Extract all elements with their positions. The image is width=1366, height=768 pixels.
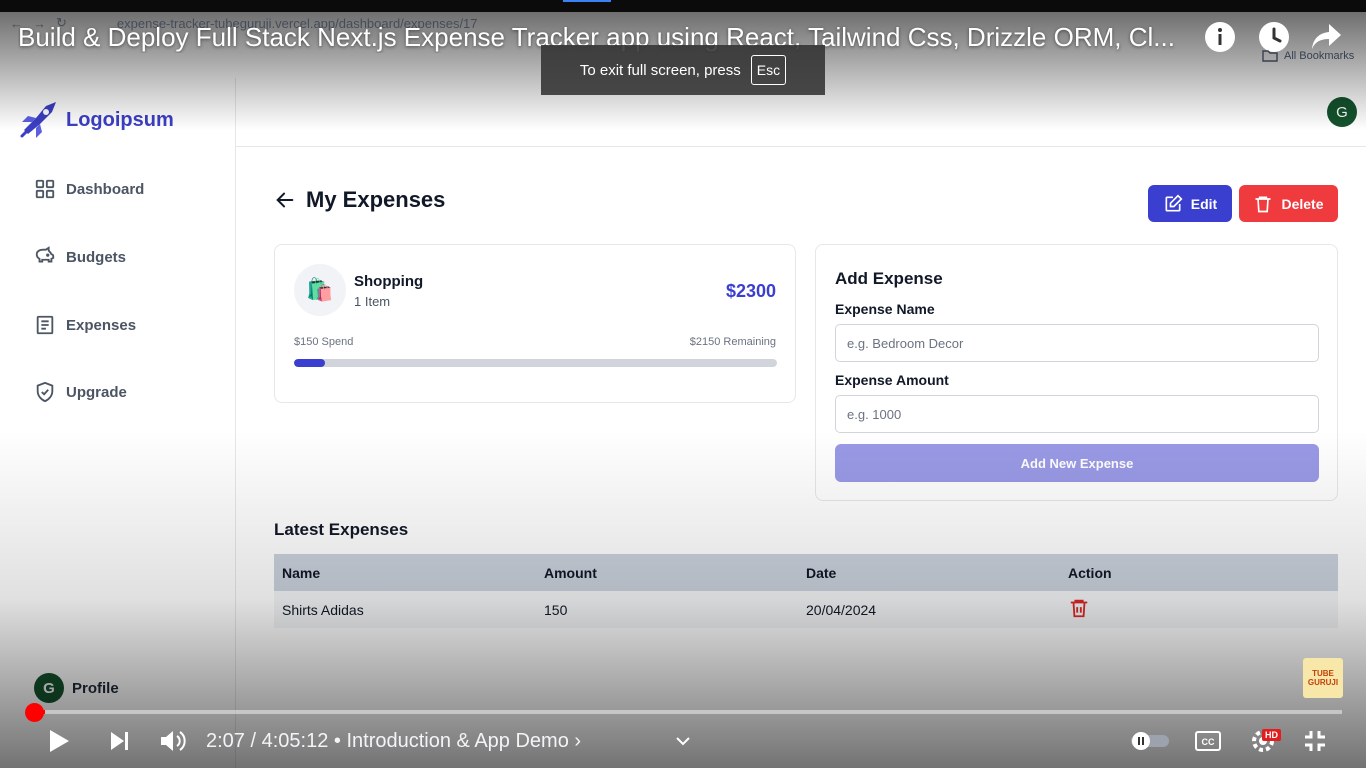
column-header-date: Date (806, 564, 837, 581)
expense-tracker-app: Logoipsum Dashboard Budgets Expenses Upg… (0, 0, 1366, 768)
expense-name-cell: Shirts Adidas (282, 601, 364, 618)
user-avatar-button[interactable]: G (1327, 97, 1357, 127)
receipt-icon (36, 315, 54, 335)
arrow-left-icon[interactable] (274, 189, 296, 211)
delete-button[interactable]: Delete (1239, 185, 1338, 222)
esc-key: Esc (750, 55, 787, 85)
current-time: 2:07 (206, 730, 245, 752)
grid-icon (35, 179, 55, 199)
autoplay-toggle[interactable] (1128, 722, 1172, 760)
expense-name-input[interactable] (835, 324, 1319, 362)
watermark-line-1: TUBE (1312, 669, 1334, 678)
delete-label: Delete (1281, 195, 1324, 212)
logo[interactable]: Logoipsum (18, 100, 174, 140)
expense-amount-input[interactable] (835, 395, 1319, 433)
captions-icon[interactable]: CC (1193, 722, 1223, 760)
sidebar-item-label: Dashboard (66, 180, 145, 198)
piggy-bank-icon (35, 246, 55, 263)
all-bookmarks[interactable]: All Bookmarks (1262, 50, 1354, 62)
page-title: My Expenses (306, 187, 446, 212)
chevron-down-icon[interactable] (672, 722, 694, 760)
browser-top-strip (0, 0, 1366, 12)
chapter-title[interactable]: Introduction & App Demo (346, 730, 568, 752)
expense-date-cell: 20/04/2024 (806, 601, 877, 618)
fullscreen-notice: To exit full screen, press Esc (541, 45, 825, 95)
watch-later-icon[interactable] (1257, 20, 1291, 54)
profile-link[interactable]: G Profile (34, 673, 119, 703)
bookmarks-label: All Bookmarks (1284, 50, 1355, 62)
sidebar-item-expenses[interactable]: Expenses (34, 314, 136, 336)
trash-icon (1255, 196, 1271, 212)
profile-label: Profile (72, 679, 119, 697)
latest-expenses-title: Latest Expenses (274, 520, 409, 539)
rocket-logo-icon (20, 102, 56, 138)
expense-amount-cell: 150 (544, 601, 568, 618)
add-expense-card: Add Expense Expense Name Expense Amount … (815, 244, 1338, 501)
budget-progress-fill (294, 359, 326, 367)
budget-name: Shopping (354, 273, 424, 290)
svg-text:CC: CC (1202, 737, 1215, 747)
sidebar-item-label: Expenses (66, 316, 137, 334)
duration: 4:05:12 (261, 730, 329, 752)
expenses-table: Name Amount Date Action Shirts Adidas 15… (274, 554, 1338, 628)
sidebar: Logoipsum Dashboard Budgets Expenses Upg… (0, 78, 236, 768)
sidebar-item-upgrade[interactable]: Upgrade (34, 381, 127, 403)
column-header-amount: Amount (544, 564, 597, 581)
edit-label: Edit (1190, 195, 1218, 212)
chevron-right-icon[interactable]: › (574, 730, 581, 752)
main-content: My Expenses Edit Delete 🛍️ Shopping 1 It… (236, 147, 1366, 768)
budget-card[interactable]: 🛍️ Shopping 1 Item $2300 $150 Spend $215… (274, 244, 796, 403)
folder-icon (1262, 50, 1278, 62)
table-row: Shirts Adidas 150 20/04/2024 (274, 591, 1338, 628)
sidebar-item-dashboard[interactable]: Dashboard (34, 178, 144, 200)
page-header: My Expenses (274, 187, 445, 213)
active-tab-indicator (563, 0, 611, 2)
watermark-line-2: GURUJI (1307, 678, 1339, 687)
expense-action-cell (1060, 597, 1322, 622)
edit-button[interactable]: Edit (1148, 185, 1232, 222)
column-header-name: Name (282, 564, 321, 581)
logo-text: Logoipsum (66, 108, 174, 131)
next-icon[interactable] (106, 722, 134, 760)
fullscreen-notice-text: To exit full screen, press (579, 61, 741, 79)
table-header: Name Amount Date Action (274, 554, 1338, 591)
expense-amount-label: Expense Amount (835, 372, 949, 388)
sidebar-item-label: Upgrade (66, 383, 127, 401)
exit-fullscreen-icon[interactable] (1300, 722, 1330, 760)
video-progress-bar[interactable] (34, 710, 1342, 714)
expense-name-label: Expense Name (835, 301, 935, 317)
avatar: G (34, 673, 64, 703)
share-icon[interactable] (1310, 20, 1344, 54)
hd-badge: HD (1262, 729, 1281, 741)
sidebar-item-label: Budgets (66, 248, 126, 266)
info-icon[interactable] (1203, 20, 1237, 54)
play-icon[interactable] (44, 722, 74, 760)
add-expense-title: Add Expense (835, 269, 943, 288)
budget-remaining: $2150 Remaining (689, 336, 776, 348)
volume-icon[interactable] (158, 722, 188, 760)
trash-icon[interactable] (1068, 597, 1090, 619)
player-controls: 2:07 / 4:05:12 • Introduction & App Demo… (0, 722, 1366, 762)
sidebar-item-budgets[interactable]: Budgets (34, 246, 126, 268)
budget-item-count: 1 Item (354, 294, 391, 309)
column-header-action: Action (1068, 564, 1112, 581)
shopping-bag-icon: 🛍️ (294, 264, 346, 316)
budget-amount: $2300 (725, 281, 776, 301)
settings-gear-icon[interactable] (1248, 722, 1278, 760)
pen-square-icon (1165, 193, 1183, 211)
channel-watermark[interactable]: TUBE GURUJI (1303, 658, 1343, 698)
add-new-expense-button[interactable]: Add New Expense (835, 444, 1319, 482)
scrubber-handle[interactable] (25, 703, 44, 722)
time-display: 2:07 / 4:05:12 • Introduction & App Demo… (206, 730, 582, 752)
budget-spend: $150 Spend (294, 336, 354, 348)
budget-progress-bar (294, 359, 777, 367)
shield-check-icon (36, 381, 54, 403)
